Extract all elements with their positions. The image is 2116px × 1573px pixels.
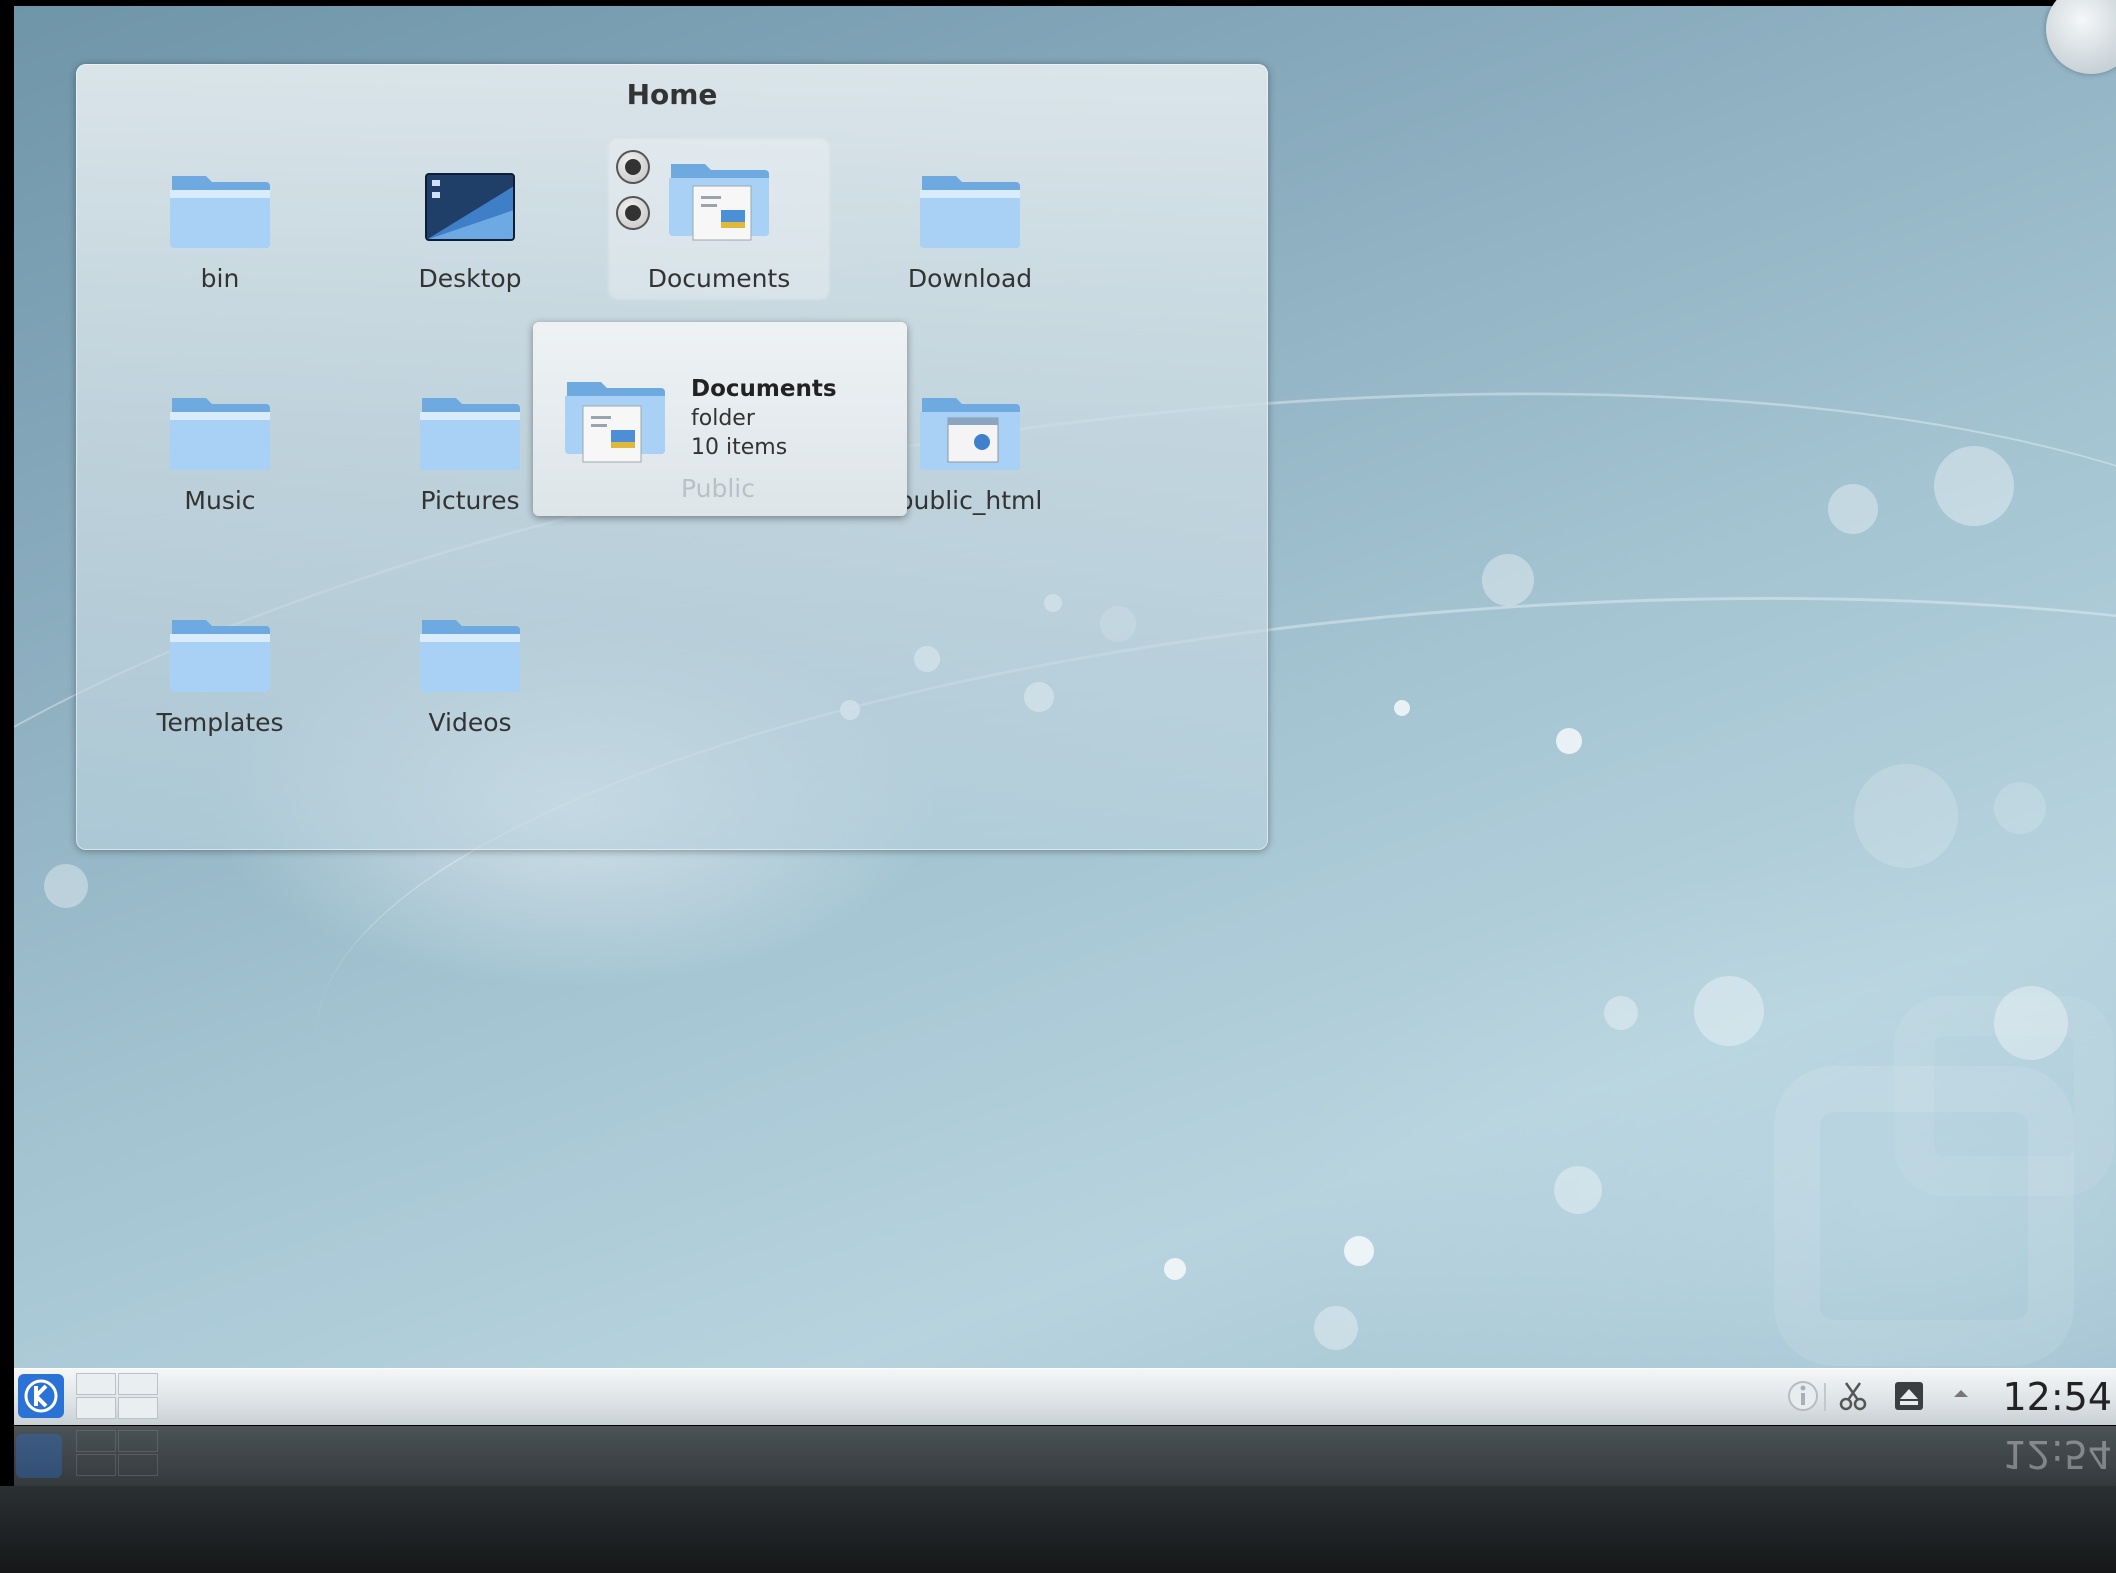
pager-desktop[interactable] [76,1397,116,1419]
pager-desktop [118,1454,158,1476]
application-launcher-button[interactable] [16,1372,66,1420]
folder-item-desktop[interactable]: Desktop [370,146,570,296]
pager-desktop [76,1430,116,1452]
tooltip-title: Documents [691,376,837,402]
pager-desktop[interactable] [76,1373,116,1395]
folder-icon [370,610,570,700]
wallpaper-bokeh [1604,996,1638,1030]
folder-icon [120,388,320,478]
folder-item-label: bin [200,264,240,293]
floor-shadow [0,1486,2116,1573]
folder-item-label-public[interactable]: Public [681,474,755,503]
pager-desktop [76,1454,116,1476]
folder-item-label: Music [184,486,256,515]
digital-clock[interactable]: 12:54 [2002,1375,2112,1419]
wallpaper-bokeh [1934,446,2014,526]
wallpaper-bokeh [1854,764,1958,868]
tray-separator [1824,1383,1826,1411]
wallpaper-bokeh [1482,554,1534,606]
folder-item-label: Desktop [418,264,522,293]
folder-item-documents[interactable]: Documents [610,140,828,298]
tooltip-type: folder [691,406,755,431]
scissors-icon[interactable] [1836,1379,1870,1413]
documents-folder-icon [563,372,667,472]
screen: Home bin Desktop Documents Download Musi… [0,0,2116,1573]
wallpaper-logo-shape [1894,996,2114,1196]
wallpaper-bokeh [1694,976,1764,1046]
folder-item-label: Templates [156,708,284,737]
panel-reflection: 12:54 [14,1426,2116,1486]
folder-icon [120,166,320,256]
kde-logo-icon [18,1374,64,1418]
folder-item-label: Download [907,264,1033,293]
wallpaper-bokeh [1314,1306,1358,1350]
wallpaper-bokeh [44,864,88,908]
folder-item-videos[interactable]: Videos [370,590,570,740]
clock-reflection: 12:54 [2002,1432,2112,1476]
folder-item-bin[interactable]: bin [120,146,320,296]
folder-icon [120,610,320,700]
wallpaper-bokeh [1344,1236,1374,1266]
wallpaper-bokeh [1556,728,1582,754]
tooltip-item-count: 10 items [691,435,788,460]
wallpaper-bokeh [1828,484,1878,534]
folder-item-music[interactable]: Music [120,368,320,518]
folder-item-label: Videos [428,708,512,737]
documents-folder-icon [610,154,828,244]
system-tray: 12:54 [1786,1369,2116,1425]
wallpaper-bokeh [1394,700,1410,716]
wallpaper-bokeh [1164,1258,1186,1280]
desktop-folder-icon [370,166,570,256]
folder-view-title: Home [626,78,718,111]
taskbar-panel: 12:54 [14,1368,2116,1425]
pager-desktop[interactable] [118,1397,158,1419]
kde-logo-icon [16,1434,62,1478]
wallpaper-bokeh [1994,782,2046,834]
folder-item-download[interactable]: Download [870,146,1070,296]
expand-arrow-icon[interactable] [1950,1383,1972,1405]
folder-item-label: Documents [647,264,791,293]
wallpaper-bokeh [1554,1166,1602,1214]
folder-tooltip: Documents folder 10 items Public [533,322,907,516]
pager-desktop[interactable] [118,1373,158,1395]
network-icon[interactable] [1892,1379,1926,1413]
virtual-desktop-pager[interactable] [76,1373,162,1421]
panel-reflection-content: 12:54 [14,1426,2116,1482]
folder-item-templates[interactable]: Templates [120,590,320,740]
folder-icon [870,166,1070,256]
info-icon[interactable] [1786,1379,1820,1413]
pager-desktop [118,1430,158,1452]
